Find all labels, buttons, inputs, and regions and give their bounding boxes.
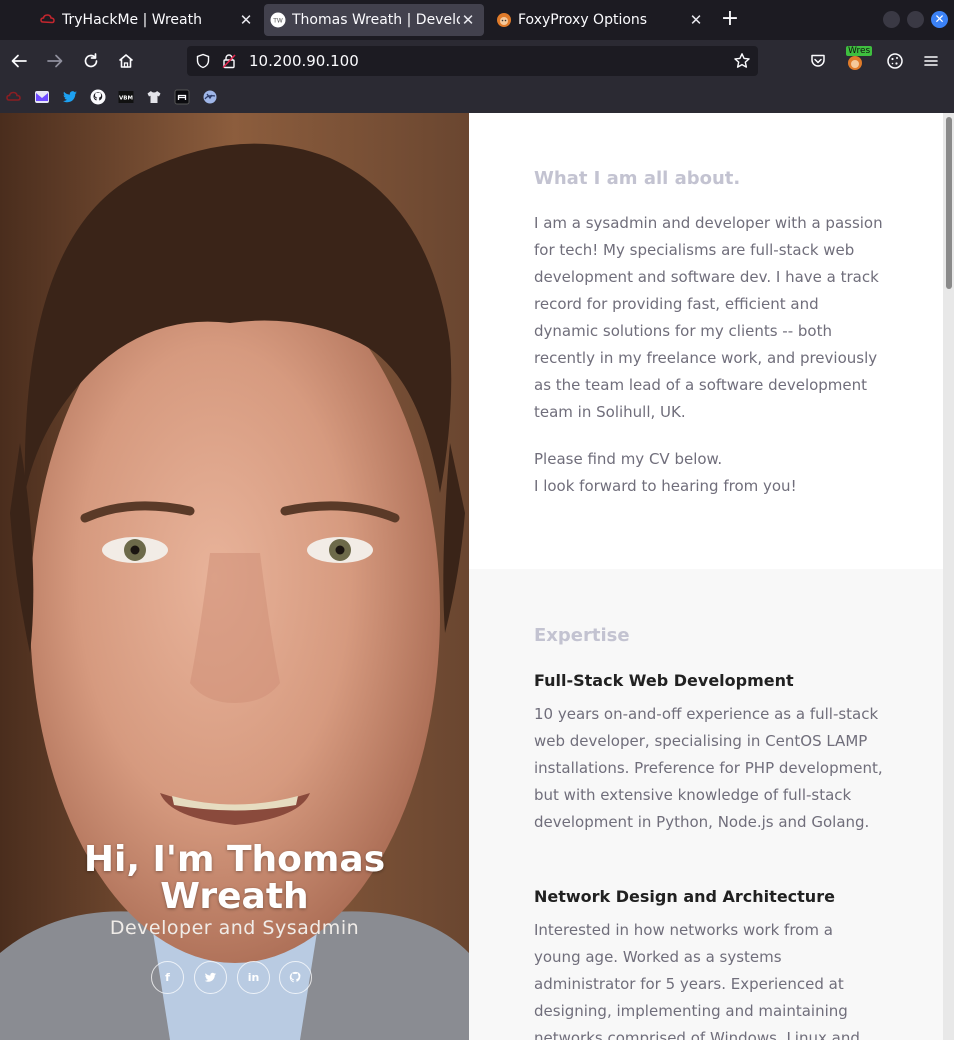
kali-icon[interactable] — [202, 89, 218, 105]
pocket-button[interactable] — [806, 49, 830, 73]
github-icon — [289, 971, 301, 983]
reload-icon — [84, 53, 98, 68]
about-closing-line: I look forward to hearing from you! — [534, 477, 797, 495]
linkedin-link[interactable]: in — [237, 961, 270, 994]
back-button[interactable] — [7, 49, 31, 73]
hero-name-line2: Wreath — [160, 876, 309, 917]
expertise-section: Expertise Full-Stack Web Development 10 … — [469, 569, 943, 1040]
portrait-photo: Hi, I'm Thomas Wreath Developer and Sysa… — [0, 113, 469, 1040]
github-icon[interactable] — [90, 89, 106, 105]
hackthebox-icon[interactable] — [174, 89, 190, 105]
svg-text:VBM: VBM — [119, 96, 133, 102]
bookmark-star-icon[interactable] — [733, 52, 751, 74]
arrow-left-icon — [11, 54, 27, 68]
tryhackme-icon[interactable] — [6, 89, 22, 105]
hero-section: Hi, I'm Thomas Wreath Developer and Sysa… — [0, 841, 469, 939]
hero-name-line1: Hi, I'm Thomas — [83, 839, 386, 880]
about-title: What I am all about. — [534, 168, 741, 189]
hamburger-menu-icon — [924, 56, 938, 66]
tab-title: TryHackMe | Wreath — [62, 12, 202, 28]
reload-button[interactable] — [79, 49, 103, 73]
foxyproxy-icon — [496, 12, 512, 28]
bookmarks-toolbar: VBM — [0, 82, 954, 114]
close-icon[interactable]: ✕ — [238, 11, 254, 29]
twitter-link[interactable] — [194, 961, 227, 994]
linkedin-icon: in — [247, 971, 260, 984]
tab-foxyproxy[interactable]: FoxyProxy Options ✕ — [490, 4, 712, 36]
page-scrollbar[interactable] — [943, 113, 954, 1040]
tab-title: FoxyProxy Options — [518, 12, 648, 28]
github-link[interactable] — [279, 961, 312, 994]
close-icon[interactable]: ✕ — [460, 11, 476, 29]
about-paragraph: I am a sysadmin and developer with a pas… — [534, 214, 883, 421]
new-tab-button[interactable]: + — [718, 8, 742, 32]
proton-mail-icon[interactable] — [34, 89, 50, 105]
insecure-lock-icon[interactable] — [221, 53, 237, 73]
expertise-item-heading: Network Design and Architecture — [534, 887, 835, 906]
arrow-right-icon — [47, 54, 63, 68]
forward-button[interactable] — [43, 49, 67, 73]
maximize-button[interactable] — [907, 11, 924, 28]
home-button[interactable] — [114, 49, 138, 73]
hero-role: Developer and Sysadmin — [109, 917, 360, 939]
expertise-item-text: 10 years on-and-off experience as a full… — [534, 705, 883, 831]
tab-title: Thomas Wreath | Develop — [292, 12, 460, 28]
navigation-toolbar: 10.200.90.100 Wres — [0, 40, 954, 82]
pocket-icon — [811, 54, 825, 67]
web-page: Hi, I'm Thomas Wreath Developer and Sysa… — [0, 113, 954, 1040]
home-icon — [118, 54, 134, 68]
facebook-link[interactable]: f — [151, 961, 184, 994]
address-bar[interactable]: 10.200.90.100 — [187, 46, 758, 76]
tab-strip: TryHackMe | Wreath ✕ TW Thomas Wreath | … — [0, 0, 954, 40]
menu-button[interactable] — [919, 49, 943, 73]
shield-icon[interactable] — [195, 53, 211, 73]
facebook-icon: f — [165, 971, 170, 984]
expertise-item-heading: Full-Stack Web Development — [534, 671, 794, 690]
tab-tryhackme[interactable]: TryHackMe | Wreath ✕ — [40, 4, 262, 36]
tab-thomas-wreath[interactable]: TW Thomas Wreath | Develop ✕ — [264, 4, 484, 36]
about-section: What I am all about. I am a sysadmin and… — [469, 113, 943, 569]
url-text: 10.200.90.100 — [249, 52, 359, 70]
tw-favicon-icon: TW — [270, 12, 286, 28]
tryhackme-icon — [40, 12, 56, 28]
cookie-icon — [887, 53, 903, 69]
social-links: f in — [151, 961, 321, 995]
foxyproxy-extension-button[interactable]: Wres — [843, 46, 873, 73]
vbox-icon[interactable]: VBM — [118, 89, 134, 105]
shirt-icon[interactable] — [146, 89, 162, 105]
expertise-title: Expertise — [534, 625, 630, 646]
svg-text:TW: TW — [272, 18, 283, 25]
extension-badge: Wres — [846, 46, 873, 56]
minimize-button[interactable] — [883, 11, 900, 28]
cookie-extension-button[interactable] — [883, 49, 907, 73]
expertise-item-text: Interested in how networks work from a y… — [534, 921, 860, 1040]
content-column: What I am all about. I am a sysadmin and… — [469, 113, 943, 1040]
scrollbar-thumb[interactable] — [946, 117, 952, 289]
close-icon[interactable]: ✕ — [688, 11, 704, 29]
window-close-button[interactable]: ✕ — [931, 11, 948, 28]
about-cv-line: Please find my CV below. — [534, 450, 723, 468]
twitter-icon[interactable] — [62, 89, 78, 105]
twitter-icon — [204, 972, 217, 982]
